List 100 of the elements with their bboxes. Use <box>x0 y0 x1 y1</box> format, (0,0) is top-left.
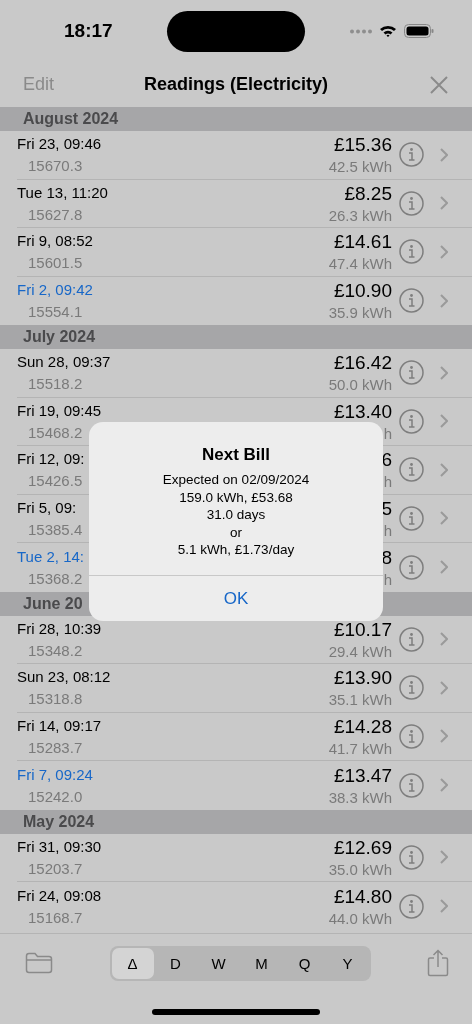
cost-amount: 5 <box>381 497 392 520</box>
info-icon[interactable] <box>399 554 424 580</box>
cost-amount: £14.80 <box>333 885 392 908</box>
period-segment[interactable]: Y <box>326 947 369 979</box>
wifi-icon <box>379 24 397 38</box>
usage-amount: 26.3 kWh <box>328 206 392 224</box>
usage-amount: 35.1 kWh <box>328 691 392 709</box>
period-segment[interactable]: Q <box>283 947 326 979</box>
usage-amount: 42.5 kWh <box>328 158 392 176</box>
chevron-icon[interactable] <box>440 414 448 429</box>
usage-amount: 38.3 kWh <box>328 788 392 806</box>
section-title: August 2024 <box>23 110 119 128</box>
chevron-icon[interactable] <box>440 560 448 575</box>
chevron-icon[interactable] <box>440 147 448 162</box>
meter-reading: 15368.2 <box>28 569 83 587</box>
signal-icon <box>350 28 372 34</box>
reading-date: Fri 7, 09:24 <box>17 765 93 783</box>
chevron-icon[interactable] <box>440 850 448 865</box>
info-icon[interactable] <box>399 772 424 798</box>
info-icon[interactable] <box>399 675 424 701</box>
chevron-icon[interactable] <box>440 729 448 744</box>
info-icon[interactable] <box>399 626 424 652</box>
meter-reading: 15554.1 <box>28 303 83 321</box>
cost-amount: £10.90 <box>333 280 392 303</box>
meter-reading: 15627.8 <box>28 205 83 223</box>
info-icon[interactable] <box>399 360 424 386</box>
alert-message-line: 5.1 kWh, £1.73/day <box>177 541 295 559</box>
period-segment[interactable]: Δ <box>111 947 154 979</box>
info-icon[interactable] <box>399 288 424 314</box>
meter-reading: 15348.2 <box>28 641 83 659</box>
reading-date: Fri 24, 09:08 <box>17 886 102 904</box>
cost-amount: £14.61 <box>333 231 392 254</box>
info-icon[interactable] <box>399 142 424 168</box>
info-icon[interactable] <box>399 505 424 531</box>
info-icon[interactable] <box>399 239 424 265</box>
alert-message-line: Expected on 02/09/2024 <box>162 471 310 489</box>
usage-amount: h <box>383 570 392 588</box>
meter-reading: 15518.2 <box>28 375 83 393</box>
chevron-icon[interactable] <box>440 899 448 914</box>
meter-reading: 15168.7 <box>28 908 83 926</box>
cost-amount: 6 <box>381 449 392 472</box>
cost-amount: £14.28 <box>333 715 392 738</box>
reading-date: Fri 19, 09:45 <box>17 401 102 419</box>
period-segment[interactable]: M <box>240 947 283 979</box>
cost-amount: £12.69 <box>333 836 392 859</box>
meter-reading: 15203.7 <box>28 859 83 877</box>
nav-title: Readings (Electricity) <box>143 74 329 95</box>
meter-reading: 15426.5 <box>28 472 83 490</box>
usage-amount: 50.0 kWh <box>328 376 392 394</box>
info-icon[interactable] <box>399 723 424 749</box>
meter-reading: 15283.7 <box>28 738 83 756</box>
reading-date: Fri 28, 10:39 <box>17 619 102 637</box>
meter-reading: 15242.0 <box>28 787 83 805</box>
period-segment[interactable]: D <box>154 947 197 979</box>
alert-message-line: 159.0 kWh, £53.68 <box>179 488 293 506</box>
meter-reading: 15670.3 <box>28 157 83 175</box>
alert-title: Next Bill <box>202 445 270 465</box>
status-time: 18:17 <box>64 20 114 42</box>
share-icon[interactable] <box>427 949 449 977</box>
meter-reading: 15468.2 <box>28 423 83 441</box>
chevron-icon[interactable] <box>440 680 448 695</box>
meter-reading: 15385.4 <box>28 520 83 538</box>
chevron-icon[interactable] <box>440 632 448 647</box>
cost-amount: £10.17 <box>333 618 392 641</box>
usage-amount: 41.7 kWh <box>328 739 392 757</box>
info-icon[interactable] <box>399 893 424 919</box>
reading-date: Tue 2, 14: <box>17 547 84 565</box>
chevron-icon[interactable] <box>440 462 448 477</box>
info-icon[interactable] <box>399 408 424 434</box>
info-icon[interactable] <box>399 457 424 483</box>
chevron-icon[interactable] <box>440 778 448 793</box>
section-title: May 2024 <box>23 812 95 831</box>
folder-icon[interactable] <box>25 952 53 974</box>
usage-amount: h <box>383 521 392 539</box>
chevron-icon[interactable] <box>440 244 448 259</box>
alert-message-line: or <box>230 523 242 541</box>
reading-date: Fri 23, 09:46 <box>17 135 102 153</box>
usage-amount: 47.4 kWh <box>328 255 392 273</box>
close-icon[interactable] <box>430 75 448 94</box>
cost-amount: £15.36 <box>333 134 392 157</box>
reading-date: Fri 9, 08:52 <box>17 232 93 250</box>
period-segment[interactable]: W <box>197 947 240 979</box>
reading-date: Fri 5, 09: <box>17 498 77 516</box>
section-title: June 20 <box>23 594 83 613</box>
usage-amount: h <box>383 473 392 491</box>
info-icon[interactable] <box>399 190 424 216</box>
cost-amount: 8 <box>381 546 392 569</box>
meter-reading: 15318.8 <box>28 690 83 708</box>
ok-button[interactable]: OK <box>89 576 383 621</box>
chevron-icon[interactable] <box>440 511 448 526</box>
usage-amount: h <box>383 424 392 442</box>
reading-date: Tue 13, 11:20 <box>17 183 108 201</box>
cost-amount: £8.25 <box>344 182 392 205</box>
chevron-icon[interactable] <box>440 293 448 308</box>
chevron-icon[interactable] <box>440 365 448 380</box>
cost-amount: £13.40 <box>333 400 392 423</box>
chevron-icon[interactable] <box>440 196 448 211</box>
info-icon[interactable] <box>399 844 424 870</box>
usage-amount: 35.9 kWh <box>328 304 392 322</box>
section-title: July 2024 <box>23 328 96 346</box>
